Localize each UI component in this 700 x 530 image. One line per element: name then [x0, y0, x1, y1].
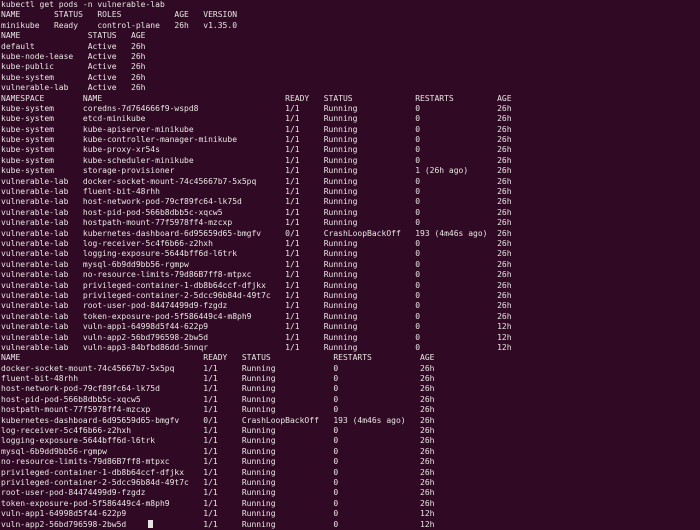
output-line: vulnerable-lab privileged-container-2-5d… — [1, 290, 512, 300]
output-line: docker-socket-mount-74c45667b7-5x5pq 1/1… — [1, 363, 435, 373]
output-line: log-receiver-5c4f6b66-z2hxh 1/1 Running … — [1, 426, 435, 436]
terminal-cursor — [148, 520, 153, 528]
output-line: kube-system kube-controller-manager-mini… — [1, 135, 512, 145]
output-line: vulnerable-lab Active 26h — [1, 83, 146, 93]
output-line: minikube Ready control-plane 26h v1.35.0 — [1, 20, 238, 30]
output-line: kube-system etcd-minikube 1/1 Running 0 … — [1, 114, 512, 124]
output-line: host-pid-pod-566b8dbb5c-xqcw5 1/1 Runnin… — [1, 394, 435, 404]
output-line: vulnerable-lab kubernetes-dashboard-6d95… — [1, 228, 512, 238]
output-line: kube-system kube-apiserver-minikube 1/1 … — [1, 124, 512, 134]
output-line: kube-public Active 26h — [1, 62, 146, 72]
output-line: token-exposure-pod-5f586449c4-m8ph9 1/1 … — [1, 498, 435, 508]
output-line: vulnerable-lab mysql-6b9dd9bb56-rgmpw 1/… — [1, 259, 512, 269]
terminal-output: kubectl get pods -n vulnerable-lab NAME … — [1, 0, 700, 530]
output-line: NAME STATUS ROLES AGE VERSION — [1, 10, 238, 20]
output-line: vulnerable-lab vuln-app2-56bd796598-2bw5… — [1, 332, 512, 342]
output-line: privileged-container-1-db8b64ccf-dfjkx 1… — [1, 467, 435, 477]
output-line: NAME READY STATUS RESTARTS AGE — [1, 353, 435, 363]
output-line: vulnerable-lab no-resource-limits-79d86B… — [1, 270, 512, 280]
output-line: vulnerable-lab log-receiver-5c4f6b66-z2h… — [1, 238, 512, 248]
output-line: host-network-pod-79cf89fc64-lk75d 1/1 Ru… — [1, 384, 435, 394]
output-line: vulnerable-lab logging-exposure-5644bff6… — [1, 249, 512, 259]
output-line: kube-system storage-provisioner 1/1 Runn… — [1, 166, 512, 176]
output-line: kube-system kube-proxy-xr54s 1/1 Running… — [1, 145, 512, 155]
output-line: kube-system kube-scheduler-minikube 1/1 … — [1, 155, 512, 165]
output-line: vulnerable-lab root-user-pod-84474499d9-… — [1, 301, 512, 311]
output-line: vulnerable-lab hostpath-mount-77f5978ff4… — [1, 218, 512, 228]
output-line: vulnerable-lab docker-socket-mount-74c45… — [1, 176, 512, 186]
output-line: vulnerable-lab vuln-app3-84bfbd86dd-5nnq… — [1, 342, 512, 352]
output-line: hostpath-mount-77f5978ff4-mzcxp 1/1 Runn… — [1, 405, 435, 415]
output-line: kube-system Active 26h — [1, 72, 146, 82]
output-line: fluent-bit-48rhh 1/1 Running 0 26h — [1, 374, 435, 384]
output-line: vulnerable-lab fluent-bit-48rhh 1/1 Runn… — [1, 187, 512, 197]
output-line: vuln-app1-64998d5f44-622p9 1/1 Running 0… — [1, 509, 435, 519]
output-line: vulnerable-lab host-network-pod-79cf89fc… — [1, 197, 512, 207]
output-line: mysql-6b9dd9bb56-rgmpw 1/1 Running 0 26h — [1, 446, 435, 456]
output-line: logging-exposure-5644bff6d-l6trk 1/1 Run… — [1, 436, 435, 446]
output-line: kubernetes-dashboard-6d95659d65-bmgfv 0/… — [1, 415, 435, 425]
output-line: root-user-pod-84474499d9-fzgdz 1/1 Runni… — [1, 488, 435, 498]
output-line: vulnerable-lab privileged-container-1-db… — [1, 280, 512, 290]
terminal-window[interactable]: kubectl get pods -n vulnerable-lab NAME … — [0, 0, 700, 530]
output-line: privileged-container-2-5dcc96b84d-49t7c … — [1, 477, 435, 487]
command-line: kubectl get pods -n vulnerable-lab — [1, 0, 165, 9]
output-line: vulnerable-lab token-exposure-pod-5f5864… — [1, 311, 512, 321]
output-line: default Active 26h — [1, 41, 146, 51]
output-line: NAMESPACE NAME READY STATUS RESTARTS AGE — [1, 93, 512, 103]
output-line: no-resource-limits-79d86B7ff8-mtpxc 1/1 … — [1, 457, 435, 467]
output-line: vulnerable-lab host-pid-pod-566b8dbb5c-x… — [1, 207, 512, 217]
output-line: NAME STATUS AGE — [1, 31, 146, 41]
output-line: kube-system coredns-7d764666f9-wspd8 1/1… — [1, 103, 512, 113]
output-line: vulnerable-lab vuln-app1-64998d5f44-622p… — [1, 322, 512, 332]
output-line: kube-node-lease Active 26h — [1, 51, 146, 61]
output-line: vuln-app2-56bd796598-2bw5d 1/1 Running 0… — [1, 519, 435, 529]
